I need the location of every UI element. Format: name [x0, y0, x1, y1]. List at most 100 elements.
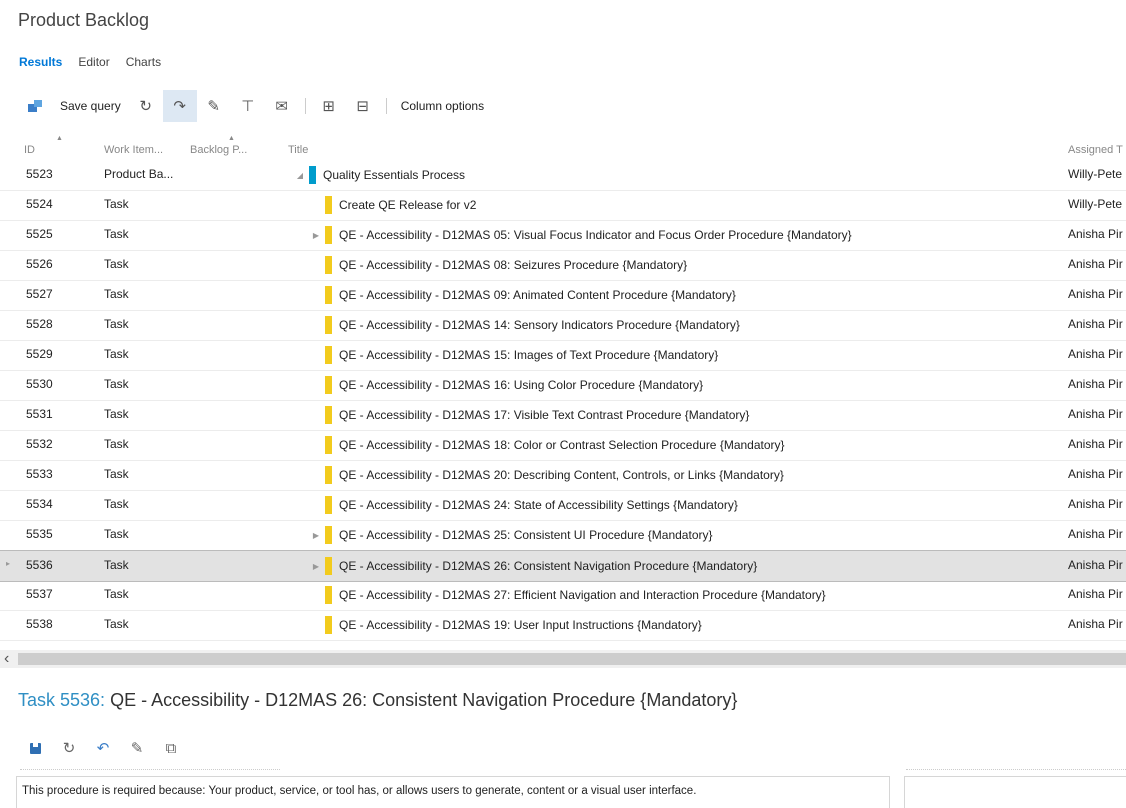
tab-results[interactable]: Results: [19, 55, 62, 69]
description-field[interactable]: This procedure is required because: Your…: [16, 776, 890, 808]
column-header-assigned-to[interactable]: Assigned T: [1068, 144, 1123, 156]
table-row[interactable]: 5537 Task QE - Accessibility - D12MAS 27: …: [0, 580, 1126, 611]
expand-icon[interactable]: ▶: [310, 231, 322, 240]
cell-id: 5532: [26, 437, 53, 451]
cell-title[interactable]: QE - Accessibility - D12MAS 08: Seizures…: [310, 254, 687, 276]
expand-icon[interactable]: ▶: [310, 531, 322, 540]
cell-work-item-type: Task: [104, 257, 129, 271]
table-row[interactable]: 5535 Task ▶ QE - Accessibility - D12MAS 25:…: [0, 520, 1126, 551]
cell-title[interactable]: ▶ QE - Accessibility - D12MAS 05: Visual …: [310, 224, 852, 246]
refresh-icon[interactable]: ↻: [52, 739, 86, 757]
cell-assigned-to: Anisha Pir: [1068, 617, 1123, 631]
table-row[interactable]: 5528 Task QE - Accessibility - D12MAS 14: …: [0, 310, 1126, 341]
cell-title[interactable]: QE - Accessibility - D12MAS 17: Visible …: [310, 404, 749, 426]
cell-work-item-type: Task: [104, 197, 129, 211]
cell-title[interactable]: QE - Accessibility - D12MAS 20: Describi…: [310, 464, 784, 486]
table-row[interactable]: 5527 Task QE - Accessibility - D12MAS 09: …: [0, 280, 1126, 311]
save-query-icon[interactable]: [18, 90, 52, 122]
undo-icon[interactable]: ↶: [86, 739, 120, 757]
revert-icon[interactable]: ↷: [162, 90, 197, 122]
cell-work-item-type: Task: [104, 287, 129, 301]
expand-all-icon[interactable]: ⊞: [312, 90, 346, 122]
save-query-button[interactable]: Save query: [52, 90, 129, 122]
scroll-left-icon[interactable]: ‹: [4, 650, 9, 668]
cell-title[interactable]: QE - Accessibility - D12MAS 15: Images o…: [310, 344, 718, 366]
table-row[interactable]: 5530 Task QE - Accessibility - D12MAS 16: …: [0, 370, 1126, 401]
cell-title[interactable]: QE - Accessibility - D12MAS 19: User Inp…: [310, 614, 702, 636]
side-field[interactable]: [904, 776, 1126, 808]
email-icon[interactable]: ✉: [265, 90, 299, 122]
table-row[interactable]: 5538 Task QE - Accessibility - D12MAS 19: …: [0, 610, 1126, 641]
product-backlog-item-color-bar: [309, 166, 316, 184]
work-item-form-title: Task 5536: QE - Accessibility - D12MAS 2…: [18, 690, 737, 711]
column-header-backlog-priority[interactable]: Backlog P...: [190, 144, 247, 156]
column-options-button[interactable]: Column options: [393, 90, 492, 122]
cell-title[interactable]: Create QE Release for v2: [310, 194, 476, 216]
table-row[interactable]: 5529 Task QE - Accessibility - D12MAS 15: …: [0, 340, 1126, 371]
cell-title[interactable]: QE - Accessibility - D12MAS 27: Efficien…: [310, 584, 826, 606]
cell-work-item-type: Product Ba...: [104, 167, 174, 181]
title-text: QE - Accessibility - D12MAS 16: Using Co…: [339, 378, 704, 392]
column-header-work-item-type[interactable]: Work Item...: [104, 144, 163, 156]
cell-work-item-type: Task: [104, 527, 129, 541]
title-text: Create QE Release for v2: [339, 198, 477, 212]
task-color-bar: [325, 346, 332, 364]
cell-work-item-type: Task: [104, 617, 129, 631]
task-color-bar: [325, 196, 332, 214]
table-row[interactable]: 5533 Task QE - Accessibility - D12MAS 20: …: [0, 460, 1126, 491]
edit-selected-icon[interactable]: ✎: [197, 90, 231, 122]
expand-icon[interactable]: ▶: [310, 562, 322, 571]
work-item-toolbar: ↻ ↶ ✎ ⧉: [18, 735, 188, 761]
cell-title[interactable]: QE - Accessibility - D12MAS 14: Sensory …: [310, 314, 740, 336]
cell-title[interactable]: ▶ QE - Accessibility - D12MAS 26: Consist…: [310, 555, 757, 577]
save-icon[interactable]: [18, 742, 52, 754]
collapse-all-icon[interactable]: ⊟: [346, 90, 380, 122]
work-item-id-link[interactable]: Task 5536:: [18, 690, 105, 710]
table-row[interactable]: 5525 Task ▶ QE - Accessibility - D12MAS 05:…: [0, 220, 1126, 251]
link-items-icon[interactable]: ⊤: [231, 90, 265, 122]
cell-assigned-to: Anisha Pir: [1068, 407, 1123, 421]
title-text: QE - Accessibility - D12MAS 14: Sensory …: [339, 318, 740, 332]
cell-title[interactable]: QE - Accessibility - D12MAS 09: Animated…: [310, 284, 736, 306]
table-row[interactable]: 5523 Product Ba... ◢ Quality Essentials Pro…: [0, 160, 1126, 191]
task-color-bar: [325, 466, 332, 484]
column-header-id[interactable]: ID: [24, 144, 35, 156]
task-color-bar: [325, 376, 332, 394]
cell-title[interactable]: ◢ Quality Essentials Process: [294, 164, 465, 186]
column-header-title[interactable]: Title: [288, 144, 308, 156]
table-row[interactable]: 5524 Task Create QE Release for v2 Willy-Pe…: [0, 190, 1126, 221]
tab-editor[interactable]: Editor: [78, 55, 109, 69]
edit-icon[interactable]: ✎: [120, 739, 154, 757]
copy-icon[interactable]: ⧉: [154, 740, 188, 757]
cell-assigned-to: Willy-Pete: [1068, 197, 1123, 211]
table-row[interactable]: ▸ 5536 Task ▶ QE - Accessibility - D12MAS 26…: [0, 550, 1126, 582]
tab-charts[interactable]: Charts: [126, 55, 161, 69]
cell-title[interactable]: QE - Accessibility - D12MAS 18: Color or…: [310, 434, 785, 456]
task-color-bar: [325, 286, 332, 304]
cell-id: 5533: [26, 467, 53, 481]
table-row[interactable]: 5534 Task QE - Accessibility - D12MAS 24: …: [0, 490, 1126, 521]
table-row[interactable]: 5532 Task QE - Accessibility - D12MAS 18: …: [0, 430, 1126, 461]
cell-work-item-type: Task: [104, 587, 129, 601]
collapse-icon[interactable]: ◢: [294, 171, 306, 180]
refresh-icon[interactable]: ↻: [129, 90, 163, 122]
cell-id: 5537: [26, 587, 53, 601]
cell-assigned-to: Anisha Pir: [1068, 497, 1123, 511]
results-toolbar: Save query ↻ ↷ ✎ ⊤ ✉ ⊞ ⊟ Column options: [18, 90, 492, 122]
horizontal-scrollbar[interactable]: ‹: [0, 650, 1126, 668]
cell-title[interactable]: QE - Accessibility - D12MAS 24: State of…: [310, 494, 738, 516]
cell-id: 5538: [26, 617, 53, 631]
task-color-bar: [325, 586, 332, 604]
cell-id: 5524: [26, 197, 53, 211]
cell-assigned-to: Anisha Pir: [1068, 587, 1123, 601]
scrollbar-thumb[interactable]: [18, 653, 1126, 665]
table-row[interactable]: 5531 Task QE - Accessibility - D12MAS 17: …: [0, 400, 1126, 431]
cell-title[interactable]: ▶ QE - Accessibility - D12MAS 25: Consist…: [310, 524, 713, 546]
toolbar-divider: [385, 98, 387, 114]
cell-title[interactable]: QE - Accessibility - D12MAS 16: Using Co…: [310, 374, 703, 396]
cell-assigned-to: Anisha Pir: [1068, 437, 1123, 451]
task-color-bar: [325, 316, 332, 334]
table-row[interactable]: 5526 Task QE - Accessibility - D12MAS 08: …: [0, 250, 1126, 281]
cell-id: 5525: [26, 227, 53, 241]
title-text: QE - Accessibility - D12MAS 24: State of…: [339, 498, 738, 512]
